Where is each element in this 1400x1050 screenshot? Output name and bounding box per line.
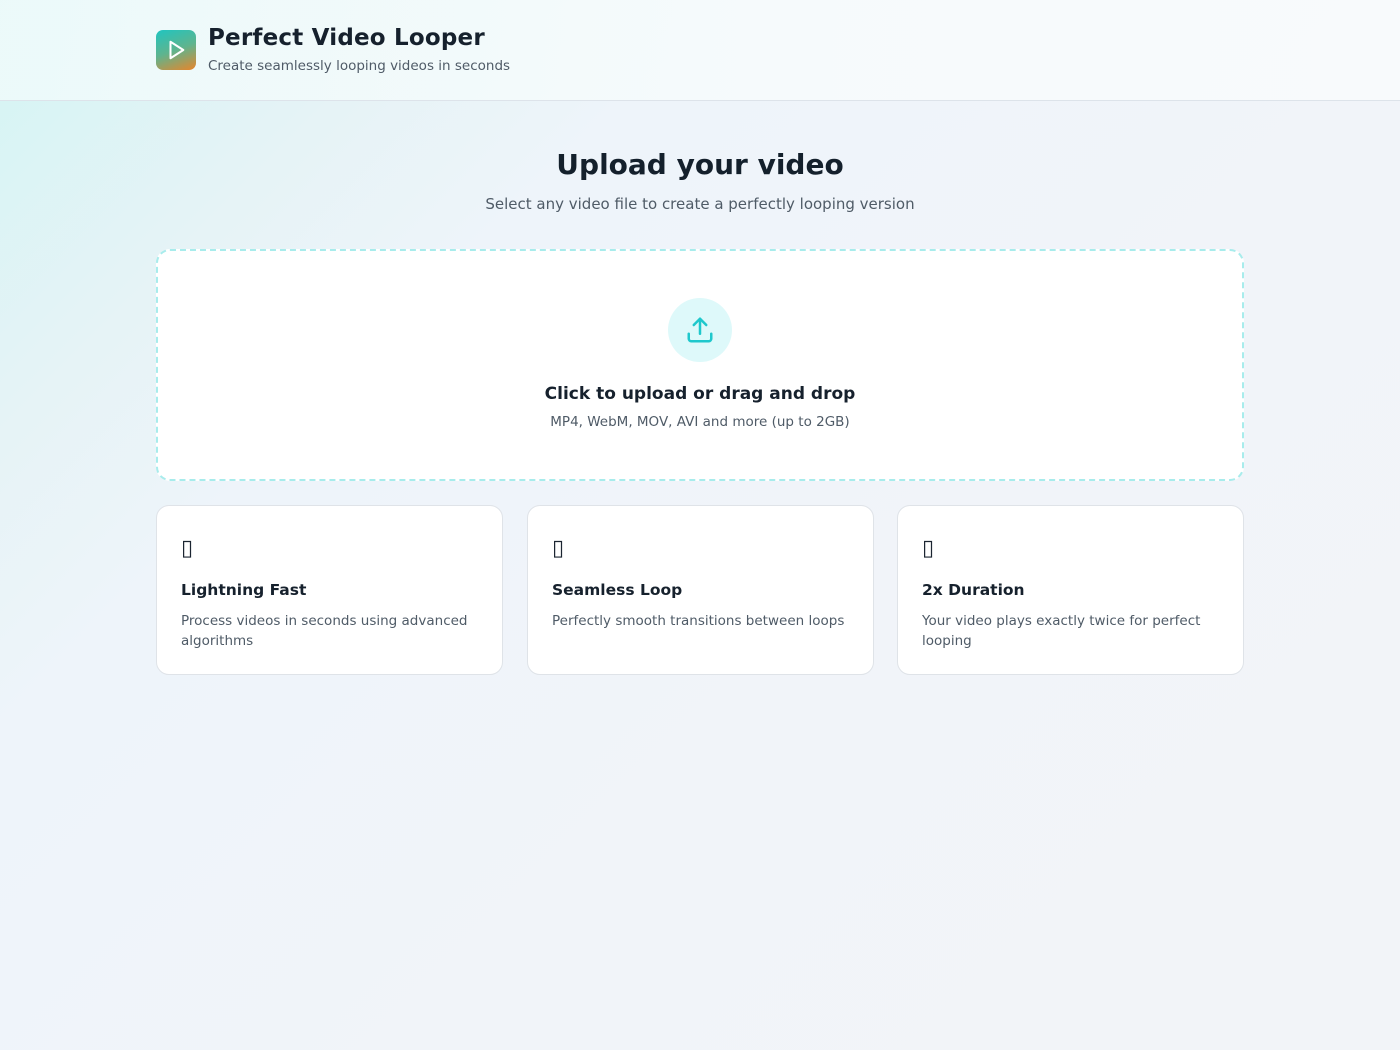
feature-description: Process videos in seconds using advanced… xyxy=(181,613,468,649)
feature-card-seamless-loop: ▯ Seamless Loop Perfectly smooth transit… xyxy=(527,505,874,675)
dropzone-hint: MP4, WebM, MOV, AVI and more (up to 2GB) xyxy=(550,414,850,430)
upload-icon xyxy=(687,317,713,343)
upload-dropzone[interactable]: Click to upload or drag and drop MP4, We… xyxy=(156,249,1244,481)
feature-title: 2x Duration xyxy=(922,581,1025,599)
feature-card-lightning-fast: ▯ Lightning Fast Process videos in secon… xyxy=(156,505,503,675)
feature-title: Seamless Loop xyxy=(552,581,683,599)
play-icon xyxy=(169,40,185,60)
feature-description: Perfectly smooth transitions between loo… xyxy=(552,613,845,629)
missing-glyph-icon: ▯ xyxy=(552,536,565,561)
app-logo xyxy=(156,30,196,70)
app-subtitle: Create seamlessly looping videos in seco… xyxy=(208,58,511,74)
dropzone-title: Click to upload or drag and drop xyxy=(544,384,856,404)
app-title: Perfect Video Looper xyxy=(208,25,485,51)
feature-card-2x-duration: ▯ 2x Duration Your video plays exactly t… xyxy=(897,505,1244,675)
missing-glyph-icon: ▯ xyxy=(181,536,194,561)
feature-description: Your video plays exactly twice for perfe… xyxy=(922,613,1201,649)
page-subtitle: Select any video file to create a perfec… xyxy=(485,195,915,213)
missing-glyph-icon: ▯ xyxy=(922,536,935,561)
page-title: Upload your video xyxy=(556,148,844,181)
app-header: Perfect Video Looper Create seamlessly l… xyxy=(0,0,1400,101)
upload-icon-container xyxy=(668,298,732,362)
feature-title: Lightning Fast xyxy=(181,581,307,599)
